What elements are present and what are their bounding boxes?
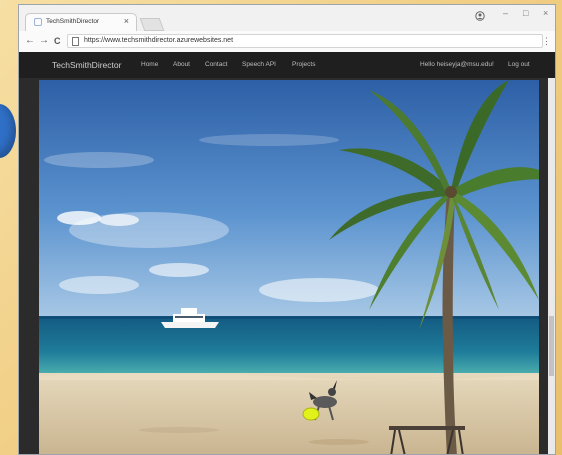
forward-button[interactable]: → <box>39 35 49 46</box>
browser-toolbar: ← → C https://www.techsmithdirector.azur… <box>19 31 555 53</box>
minimize-button[interactable]: – <box>503 8 508 18</box>
scrollbar-thumb[interactable] <box>549 316 554 376</box>
logout-link[interactable]: Log out <box>508 61 530 68</box>
address-bar[interactable]: https://www.techsmithdirector.azurewebsi… <box>67 34 543 48</box>
nav-speech-api-link[interactable]: Speech API <box>242 61 276 68</box>
new-tab-button[interactable] <box>139 18 165 31</box>
nav-contact-link[interactable]: Contact <box>205 61 227 68</box>
page-favicon-icon <box>34 18 42 26</box>
maximize-button[interactable]: □ <box>523 8 528 18</box>
browser-window: TechSmithDirector × – □ × ← → C https://… <box>18 4 556 455</box>
nav-projects-link[interactable]: Projects <box>292 61 315 68</box>
close-window-button[interactable]: × <box>543 8 548 18</box>
page-scrollbar[interactable] <box>548 78 555 454</box>
page-info-icon[interactable] <box>72 37 79 46</box>
reload-button[interactable]: C <box>54 36 61 46</box>
nav-home-link[interactable]: Home <box>141 61 158 68</box>
tab-title: TechSmithDirector <box>46 18 100 25</box>
browser-tab[interactable]: TechSmithDirector × <box>25 13 137 31</box>
tab-close-icon[interactable]: × <box>124 16 129 26</box>
tab-strip: TechSmithDirector × – □ × <box>19 5 555 31</box>
url-text: https://www.techsmithdirector.azurewebsi… <box>84 37 234 44</box>
browser-menu-icon[interactable]: ⋮ <box>542 36 551 47</box>
site-navbar: TechSmithDirector Home About Contact Spe… <box>19 52 555 78</box>
user-circle-icon[interactable] <box>475 11 485 21</box>
user-greeting-link[interactable]: Hello heiseyja@msu.edu! <box>420 61 494 68</box>
back-button[interactable]: ← <box>25 35 35 46</box>
desktop-background-shape <box>0 104 16 158</box>
hero-beach-image <box>39 80 539 454</box>
page-viewport: TechSmithDirector Home About Contact Spe… <box>19 52 555 454</box>
site-brand-link[interactable]: TechSmithDirector <box>52 60 121 70</box>
nav-about-link[interactable]: About <box>173 61 190 68</box>
